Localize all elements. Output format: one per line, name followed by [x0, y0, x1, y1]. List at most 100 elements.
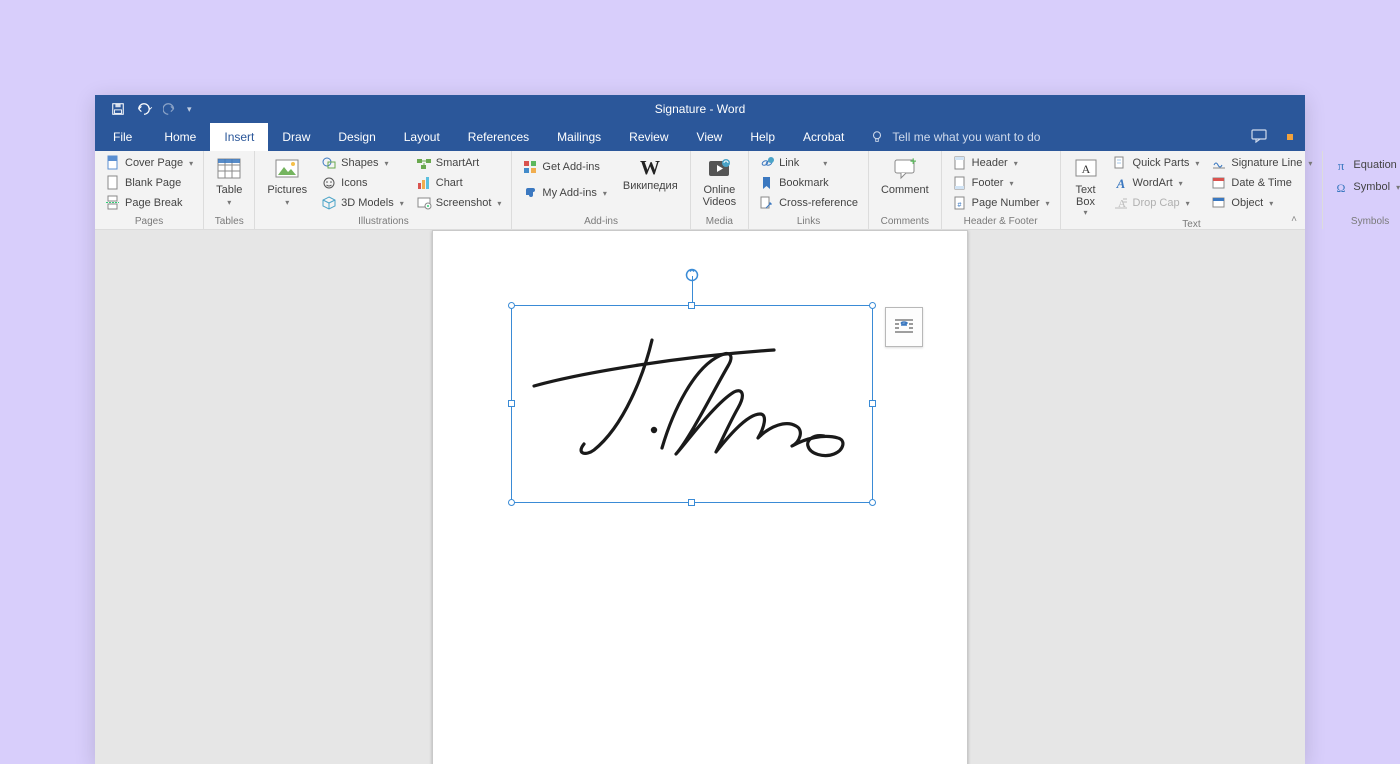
- smartart-button[interactable]: SmartArt: [412, 154, 506, 172]
- group-links: Link▾ Bookmark Cross-reference Links: [749, 151, 869, 229]
- page-break-button[interactable]: Page Break: [101, 194, 197, 212]
- shapes-button[interactable]: Shapes▾: [317, 154, 408, 172]
- tab-layout[interactable]: Layout: [390, 123, 454, 151]
- group-label: Links: [755, 214, 862, 229]
- save-icon[interactable]: [111, 102, 125, 116]
- tab-acrobat[interactable]: Acrobat: [789, 123, 858, 151]
- resize-handle-tm[interactable]: [688, 302, 695, 309]
- pending-dot-icon[interactable]: [1287, 134, 1293, 140]
- picture-selection-box[interactable]: [511, 305, 873, 503]
- svg-text:π: π: [1338, 158, 1345, 173]
- tab-design[interactable]: Design: [324, 123, 389, 151]
- wordart-button[interactable]: A WordArt▾: [1109, 174, 1204, 192]
- group-text: A Text Box▾ Quick Parts▾ A WordArt▾ A Dr…: [1061, 151, 1324, 229]
- icons-icon: [321, 175, 337, 191]
- quick-parts-button[interactable]: Quick Parts▾: [1109, 154, 1204, 172]
- link-icon: [759, 155, 775, 171]
- redo-icon[interactable]: [163, 102, 177, 116]
- titlebar: ▾ Signature - Word: [95, 95, 1305, 123]
- svg-text:Ω: Ω: [1337, 181, 1346, 195]
- my-addins-button[interactable]: My Add-ins▾: [518, 184, 610, 202]
- my-addins-icon: [522, 185, 538, 201]
- group-pages: Cover Page▾ Blank Page Page Break Pages: [95, 151, 204, 229]
- screenshot-button[interactable]: Screenshot▾: [412, 194, 506, 212]
- group-label: Header & Footer: [948, 214, 1054, 229]
- undo-icon[interactable]: [135, 102, 153, 116]
- svg-text:A: A: [1081, 162, 1090, 176]
- group-addins: Get Add-ins My Add-ins▾ W Википедия Add-…: [512, 151, 690, 229]
- resize-handle-bl[interactable]: [508, 499, 515, 506]
- tab-help[interactable]: Help: [736, 123, 789, 151]
- tab-insert[interactable]: Insert: [210, 123, 268, 151]
- svg-text:#: #: [957, 202, 961, 209]
- online-videos-button[interactable]: Online Videos: [697, 154, 742, 208]
- pictures-icon: [274, 156, 300, 182]
- tab-file[interactable]: File: [95, 123, 150, 151]
- group-label: Add-ins: [518, 214, 683, 229]
- group-label: Media: [697, 214, 742, 229]
- page-number-button[interactable]: # Page Number▾: [948, 194, 1054, 212]
- bookmark-button[interactable]: Bookmark: [755, 174, 862, 192]
- footer-button[interactable]: Footer▾: [948, 174, 1054, 192]
- pictures-button[interactable]: Pictures ▾: [261, 154, 313, 207]
- store-icon: [522, 159, 538, 175]
- 3d-models-icon: [321, 195, 337, 211]
- tab-home[interactable]: Home: [150, 123, 210, 151]
- wordart-icon: A: [1113, 175, 1129, 191]
- group-header-footer: Header▾ Footer▾ # Page Number▾ Header & …: [942, 151, 1061, 229]
- tab-view[interactable]: View: [683, 123, 737, 151]
- layout-options-button[interactable]: [885, 307, 923, 347]
- wikipedia-icon: W: [637, 156, 663, 178]
- signature-line-button[interactable]: Signature Line▾: [1207, 154, 1316, 172]
- group-label: Tables: [210, 214, 248, 229]
- document-area[interactable]: [95, 230, 1305, 764]
- window-title: Signature - Word: [655, 102, 746, 116]
- drop-cap-button[interactable]: A Drop Cap▾: [1109, 194, 1204, 212]
- comment-button[interactable]: + Comment: [875, 154, 935, 196]
- menu-tabs: File Home Insert Draw Design Layout Refe…: [95, 123, 1305, 151]
- qat-customize-icon[interactable]: ▾: [187, 104, 192, 115]
- wikipedia-button[interactable]: W Википедия: [617, 154, 684, 192]
- resize-handle-rm[interactable]: [869, 400, 876, 407]
- equation-icon: π: [1333, 157, 1349, 173]
- chart-button[interactable]: Chart: [412, 174, 506, 192]
- comments-icon[interactable]: [1251, 129, 1269, 146]
- document-page[interactable]: [432, 230, 968, 764]
- object-button[interactable]: Object▾: [1207, 194, 1316, 212]
- shapes-icon: [321, 155, 337, 171]
- 3d-models-button[interactable]: 3D Models▾: [317, 194, 408, 212]
- rotation-handle[interactable]: [685, 268, 699, 282]
- collapse-ribbon-icon[interactable]: ˄: [1291, 214, 1297, 225]
- signature-image[interactable]: [524, 334, 854, 484]
- resize-handle-tr[interactable]: [869, 302, 876, 309]
- tab-references[interactable]: References: [454, 123, 543, 151]
- resize-handle-tl[interactable]: [508, 302, 515, 309]
- layout-options-icon: [892, 315, 916, 339]
- resize-handle-lm[interactable]: [508, 400, 515, 407]
- blank-page-button[interactable]: Blank Page: [101, 174, 197, 192]
- object-icon: [1211, 195, 1227, 211]
- group-illustrations: Pictures ▾ Shapes▾ Icons 3D Models▾: [255, 151, 512, 229]
- word-window: ▾ Signature - Word File Home Insert Draw…: [95, 95, 1305, 764]
- tell-me-search[interactable]: Tell me what you want to do: [870, 123, 1040, 151]
- cover-page-button[interactable]: Cover Page▾: [101, 154, 197, 172]
- resize-handle-bm[interactable]: [688, 499, 695, 506]
- page-number-icon: #: [952, 195, 968, 211]
- tab-draw[interactable]: Draw: [268, 123, 324, 151]
- symbol-button[interactable]: Ω Symbol▾: [1329, 178, 1400, 196]
- table-button[interactable]: Table ▾: [210, 154, 248, 207]
- cross-reference-button[interactable]: Cross-reference: [755, 194, 862, 212]
- resize-handle-br[interactable]: [869, 499, 876, 506]
- text-box-button[interactable]: A Text Box▾: [1067, 154, 1105, 217]
- date-time-icon: [1211, 175, 1227, 191]
- tab-mailings[interactable]: Mailings: [543, 123, 615, 151]
- tab-review[interactable]: Review: [615, 123, 682, 151]
- header-button[interactable]: Header▾: [948, 154, 1054, 172]
- icons-button[interactable]: Icons: [317, 174, 408, 192]
- quick-access-toolbar: ▾: [95, 102, 192, 116]
- blank-page-icon: [105, 175, 121, 191]
- equation-button[interactable]: π Equation▾: [1329, 156, 1400, 174]
- get-addins-button[interactable]: Get Add-ins: [518, 158, 610, 176]
- link-button[interactable]: Link▾: [755, 154, 862, 172]
- date-time-button[interactable]: Date & Time: [1207, 174, 1316, 192]
